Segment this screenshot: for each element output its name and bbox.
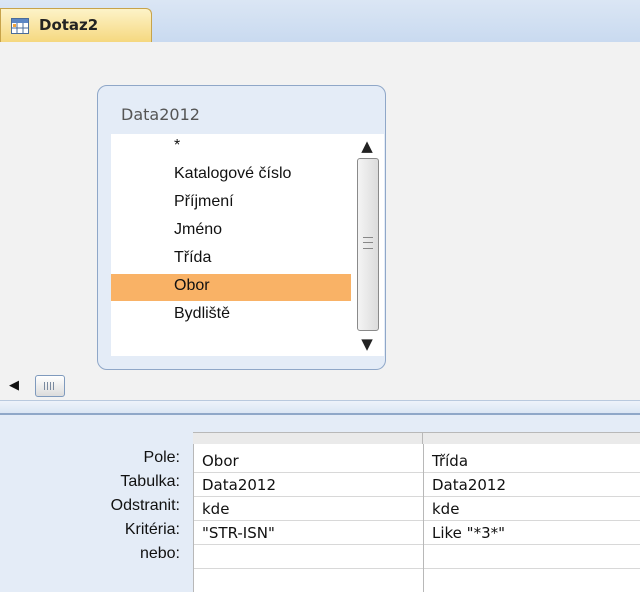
field-item-jmeno[interactable]: Jméno: [111, 218, 365, 245]
pane-splitter[interactable]: [0, 400, 640, 415]
grip-icon: [44, 382, 56, 390]
row-label-remove: Odstranit:: [110, 497, 180, 514]
row-label-field: Pole:: [143, 449, 180, 466]
field-item-obor[interactable]: Obor: [111, 274, 365, 301]
grip-icon: [363, 237, 373, 249]
tab-label: Dotaz2: [39, 16, 99, 34]
cell-or[interactable]: [424, 545, 640, 569]
cell-criteria[interactable]: Like "*3*": [424, 521, 640, 545]
field-item-all[interactable]: *: [111, 134, 365, 161]
row-label-table: Tabulka:: [120, 473, 180, 490]
cell-field[interactable]: Obor: [194, 449, 423, 473]
row-label-or: nebo:: [139, 545, 180, 562]
grid-column-2: Třída Data2012 kde Like "*3*": [423, 444, 640, 592]
scroll-down-arrow-icon[interactable]: ▼: [357, 336, 377, 352]
cell-or[interactable]: [194, 545, 423, 569]
cell-criteria[interactable]: "STR-ISN": [194, 521, 423, 545]
scroll-left-arrow-icon[interactable]: ◀: [9, 376, 23, 396]
scroll-up-arrow-icon[interactable]: ▲: [357, 138, 377, 154]
field-list: * Katalogové číslo Příjmení Jméno Třída …: [111, 134, 384, 356]
cell-remove[interactable]: kde: [194, 497, 423, 521]
field-item-trida[interactable]: Třída: [111, 246, 365, 273]
column-separator: [422, 432, 423, 444]
query-icon: [11, 18, 29, 34]
grid-column-1: Obor Data2012 kde "STR-ISN": [193, 444, 423, 592]
cell-field[interactable]: Třída: [424, 449, 640, 473]
query-design-grid: Pole: Tabulka: Odstranit: Kritéria: nebo…: [0, 415, 640, 592]
cell-table[interactable]: Data2012: [194, 473, 423, 497]
tab-dotaz2[interactable]: Dotaz2: [0, 8, 152, 42]
scroll-thumb[interactable]: [357, 158, 379, 331]
field-item-prijmeni[interactable]: Příjmení: [111, 190, 365, 217]
field-item-katalogove-cislo[interactable]: Katalogové číslo: [111, 162, 365, 189]
table-field-list-window[interactable]: Data2012 * Katalogové číslo Příjmení Jmé…: [97, 85, 386, 370]
field-list-scrollbar[interactable]: ▲ ▼: [351, 134, 384, 356]
document-tab-strip: Dotaz2: [0, 0, 640, 43]
table-title: Data2012: [121, 105, 200, 124]
table-pane: Data2012 * Katalogové číslo Příjmení Jmé…: [0, 42, 640, 372]
row-label-criteria: Kritéria:: [124, 521, 180, 538]
horizontal-scroll-thumb[interactable]: [35, 375, 65, 397]
cell-remove[interactable]: kde: [424, 497, 640, 521]
field-item-bydliste[interactable]: Bydliště: [111, 302, 365, 329]
horizontal-scrollbar[interactable]: ◀: [0, 372, 640, 400]
cell-table[interactable]: Data2012: [424, 473, 640, 497]
